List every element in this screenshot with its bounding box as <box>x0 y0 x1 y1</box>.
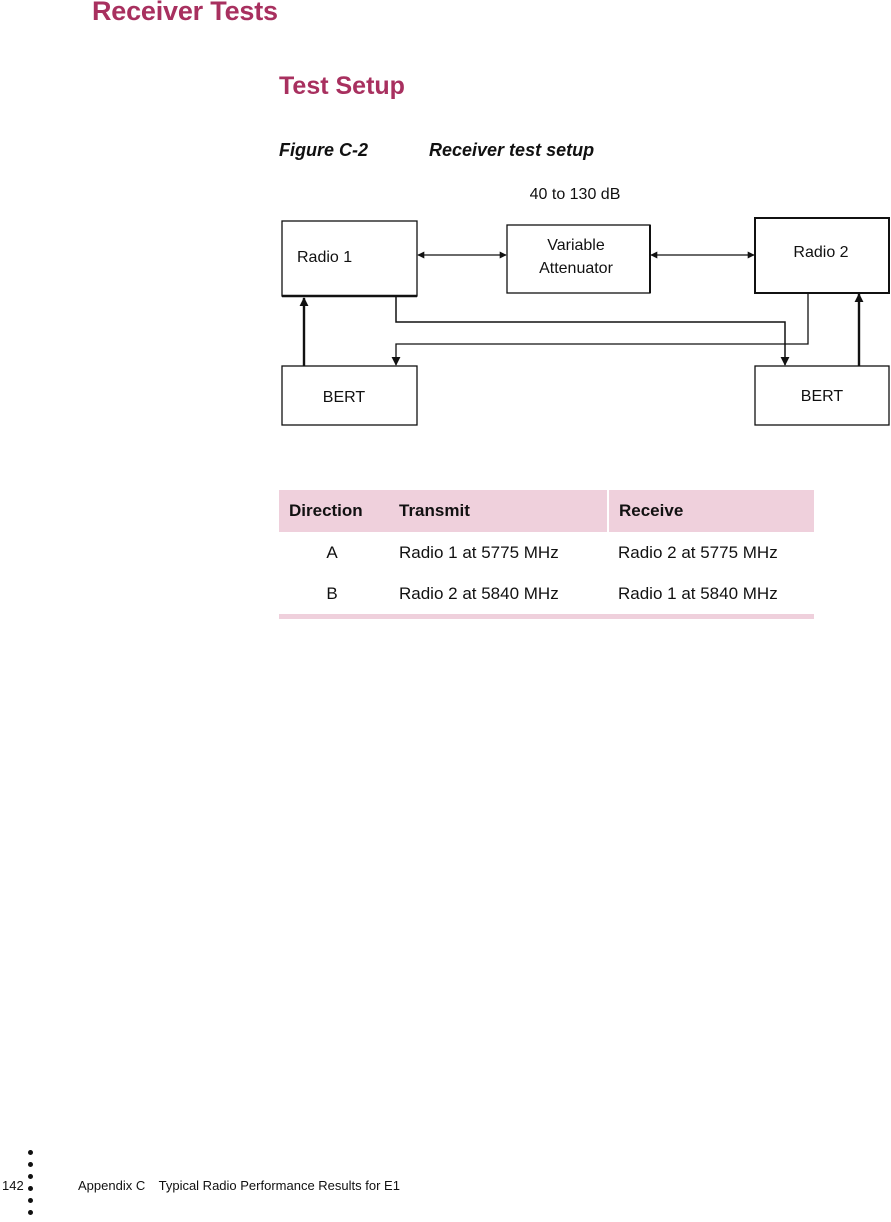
header-direction: Direction <box>279 490 389 532</box>
receiver-test-setup-diagram: 40 to 130 dB Radio 1 Variable Attenuator… <box>281 186 890 426</box>
radio-1-block: Radio 1 <box>281 220 418 298</box>
running-footer: Appendix C Typical Radio Performance Res… <box>78 1178 400 1193</box>
table-header-row: Direction Transmit Receive <box>279 490 814 532</box>
page-footer: 142 Appendix C Typical Radio Performance… <box>0 1150 891 1221</box>
link-radio2-to-bert-left <box>391 293 809 366</box>
cell-direction: B <box>326 583 338 603</box>
variable-attenuator-block: Variable Attenuator <box>506 224 651 294</box>
bert-left-label: BERT <box>323 389 366 406</box>
cell-direction: A <box>326 542 338 562</box>
page-number: 142 <box>2 1178 24 1193</box>
appendix-label: Appendix C <box>78 1178 146 1193</box>
cell-transmit: Radio 1 at 5775 MHz <box>399 542 559 562</box>
radio-2-block: Radio 2 <box>754 217 890 294</box>
radio-1-label: Radio 1 <box>297 249 352 266</box>
header-transmit: Transmit <box>389 490 608 532</box>
table-row: A Radio 1 at 5775 MHz Radio 2 at 5775 MH… <box>279 532 814 573</box>
table-row: B Radio 2 at 5840 MHz Radio 1 at 5840 MH… <box>279 573 814 614</box>
bert-right-block: BERT <box>754 365 890 426</box>
cell-transmit: Radio 2 at 5840 MHz <box>399 583 559 603</box>
attenuator-label-line-1: Variable <box>547 237 605 254</box>
bert-left-block: BERT <box>281 365 418 426</box>
attenuation-range-label: 40 to 130 dB <box>530 186 621 203</box>
bert-right-label: BERT <box>801 388 844 405</box>
cell-receive: Radio 2 at 5775 MHz <box>618 542 778 562</box>
radio-2-label: Radio 2 <box>793 244 848 261</box>
attenuator-label-line-2: Attenuator <box>539 260 614 277</box>
link-radio1-to-bert-right <box>395 297 790 366</box>
direction-table: Direction Transmit Receive A Radio 1 at … <box>279 490 814 619</box>
dot-leader-decoration <box>28 1150 36 1222</box>
section-title: Typical Radio Performance Results for E1 <box>158 1178 400 1193</box>
header-receive: Receive <box>607 490 814 532</box>
table-footer-rule <box>279 614 814 619</box>
cell-receive: Radio 1 at 5840 MHz <box>618 583 778 603</box>
